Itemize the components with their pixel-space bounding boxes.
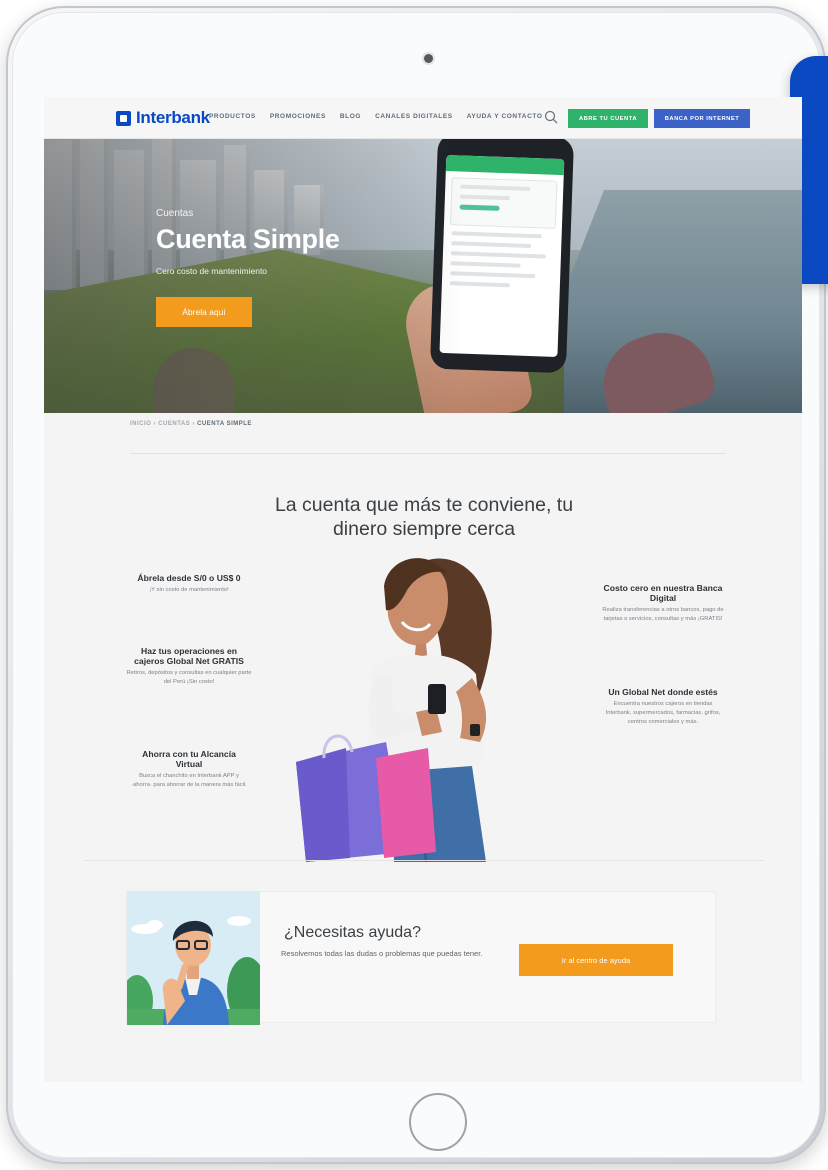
feature-global-net-anywhere: Un Global Net donde estés Encuentra nues… [605, 687, 721, 725]
feature-global-net-free: Haz tus operaciones en cajeros Global Ne… [126, 646, 252, 685]
help-card: ¿Necesitas ayuda? Resolvemos todas las d… [126, 891, 716, 1025]
nav-item-canales-digitales[interactable]: CANALES DIGITALES [375, 113, 453, 120]
nav-item-productos[interactable]: PRODUCTOS [209, 113, 256, 120]
top-navbar: Interbank PRODUCTOS PROMOCIONES BLOG CAN… [44, 97, 802, 139]
help-title: ¿Necesitas ayuda? [284, 924, 421, 941]
website-screen: Cuentas Cuenta Simple Cero costo de mant… [44, 97, 802, 1082]
woman-with-shopping-bags-photo [296, 558, 492, 862]
hero-subtitle: Cero costo de mantenimiento [156, 266, 268, 276]
breadcrumb-current: CUENTA SIMPLE [197, 421, 252, 427]
help-description: Resolvemos todas las dudas o problemas q… [281, 949, 483, 958]
nav-menu: PRODUCTOS PROMOCIONES BLOG CANALES DIGIT… [209, 113, 543, 120]
feature-digital-banking-zero-cost: Costo cero en nuestra Banca Digital Real… [602, 583, 724, 622]
logo-mark-icon [116, 110, 131, 126]
breadcrumb-item-inicio[interactable]: INICIO [130, 421, 151, 427]
online-banking-button[interactable]: BANCA POR INTERNET [654, 109, 750, 128]
breadcrumb: INICIO › CUENTAS › CUENTA SIMPLE [130, 421, 252, 427]
search-icon[interactable] [544, 110, 558, 124]
interbank-logo[interactable]: Interbank [116, 108, 210, 128]
help-illustration [127, 891, 260, 1025]
feature-virtual-piggy-bank: Ahorra con tu Alcancía Virtual Busca el … [131, 749, 247, 788]
hero-banner: Cuentas Cuenta Simple Cero costo de mant… [44, 130, 802, 413]
nav-item-promociones[interactable]: PROMOCIONES [270, 113, 326, 120]
breadcrumb-item-cuentas[interactable]: CUENTAS [158, 421, 190, 427]
hero-eyebrow: Cuentas [156, 208, 194, 219]
section-heading: La cuenta que más te conviene, tu dinero… [274, 494, 574, 540]
open-account-nav-button[interactable]: ABRE TU CUENTA [568, 109, 648, 128]
home-button[interactable] [409, 1093, 467, 1151]
help-center-button[interactable]: Ir al centro de ayuda [519, 944, 673, 976]
camera-icon [424, 54, 433, 63]
stage: Cuentas Cuenta Simple Cero costo de mant… [0, 0, 828, 1170]
open-account-button[interactable]: Ábrela aquí [156, 297, 252, 327]
nav-item-blog[interactable]: BLOG [340, 113, 361, 120]
nav-item-ayuda-contacto[interactable]: AYUDA Y CONTACTO [467, 113, 543, 120]
divider [84, 860, 764, 861]
hero-title: Cuenta Simple [156, 224, 340, 254]
feature-open-from-zero: Ábrela desde S/0 o US$ 0 ¡Y sin costo de… [137, 573, 241, 593]
divider [130, 453, 726, 454]
